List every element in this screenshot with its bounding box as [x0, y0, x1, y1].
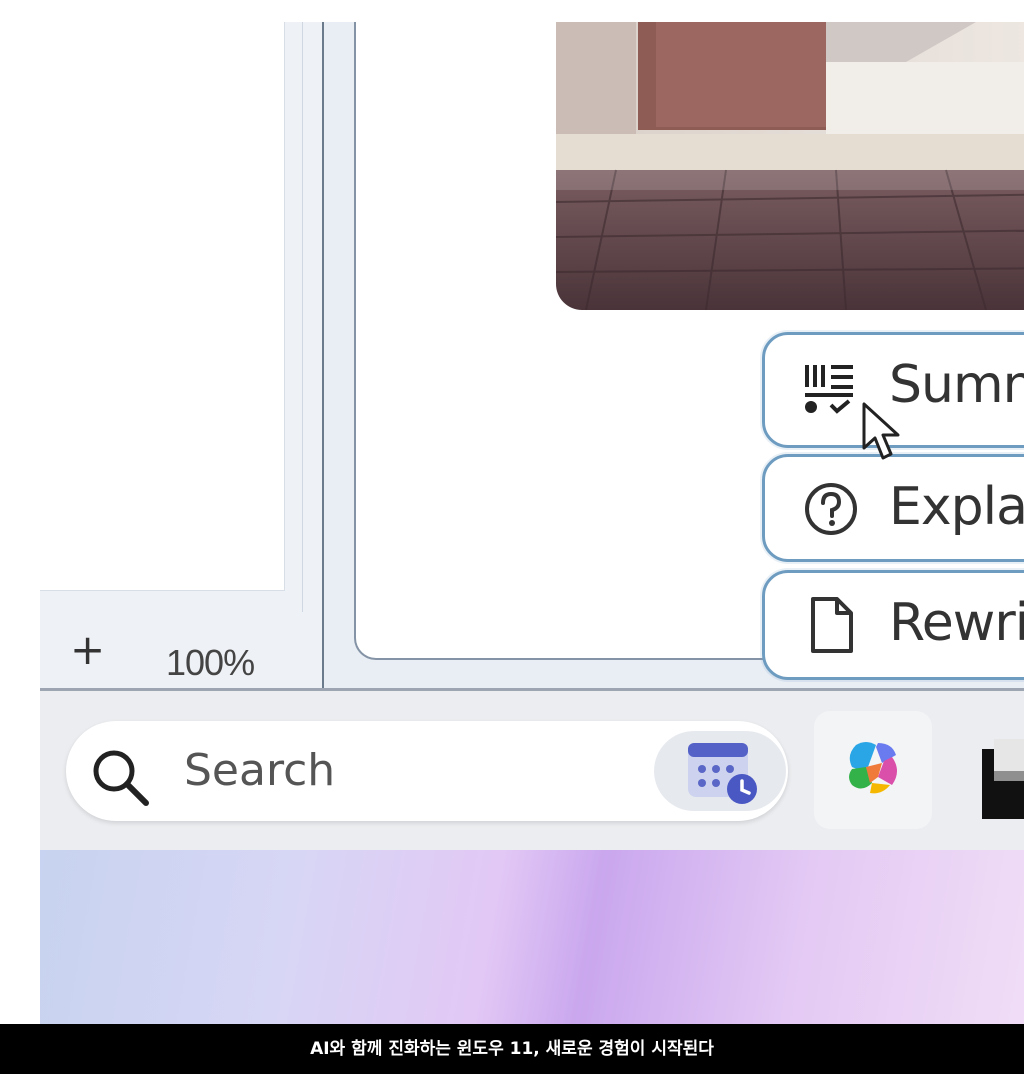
document-icon — [811, 597, 853, 653]
left-window: + 100% — [40, 22, 324, 688]
mouse-cursor-icon — [862, 402, 900, 460]
left-document-area — [40, 22, 285, 591]
caption-bar: AI와 함께 진화하는 윈도우 11, 새로운 경험이 시작된다 — [0, 1024, 1024, 1074]
screenshot-scene: + 100% Sum Expla Rewri Search AI와 함께 진화하… — [0, 0, 1024, 1074]
summarize-icon — [805, 365, 853, 414]
rewrite-label: Rewrit — [889, 593, 1024, 653]
interior-photo-graphic — [556, 22, 1024, 310]
calendar-clock-icon — [688, 743, 757, 804]
desktop-wallpaper — [40, 850, 1024, 1024]
summarize-label: Summ — [889, 355, 1024, 415]
status-bar: + 100% — [40, 612, 320, 688]
copilot-button[interactable] — [814, 711, 932, 829]
explain-button[interactable]: Explain — [762, 454, 1024, 562]
search-input[interactable]: Search — [66, 721, 788, 821]
search-icon — [93, 750, 149, 806]
taskbar: Search — [40, 688, 1024, 853]
zoom-level[interactable]: 100% — [166, 642, 255, 684]
app-icon[interactable] — [976, 731, 1024, 821]
copilot-icon — [849, 742, 897, 794]
calendar-button[interactable] — [654, 731, 786, 811]
caption-text: AI와 함께 진화하는 윈도우 11, 새로운 경험이 시작된다 — [310, 1039, 714, 1059]
plus-icon[interactable]: + — [70, 629, 105, 671]
window-divider — [302, 22, 303, 688]
question-circle-icon — [805, 483, 857, 535]
explain-label: Explain — [889, 477, 1024, 537]
interior-photo[interactable] — [556, 22, 1024, 310]
search-placeholder: Search — [184, 745, 336, 796]
rewrite-button[interactable]: Rewrit — [762, 570, 1024, 680]
